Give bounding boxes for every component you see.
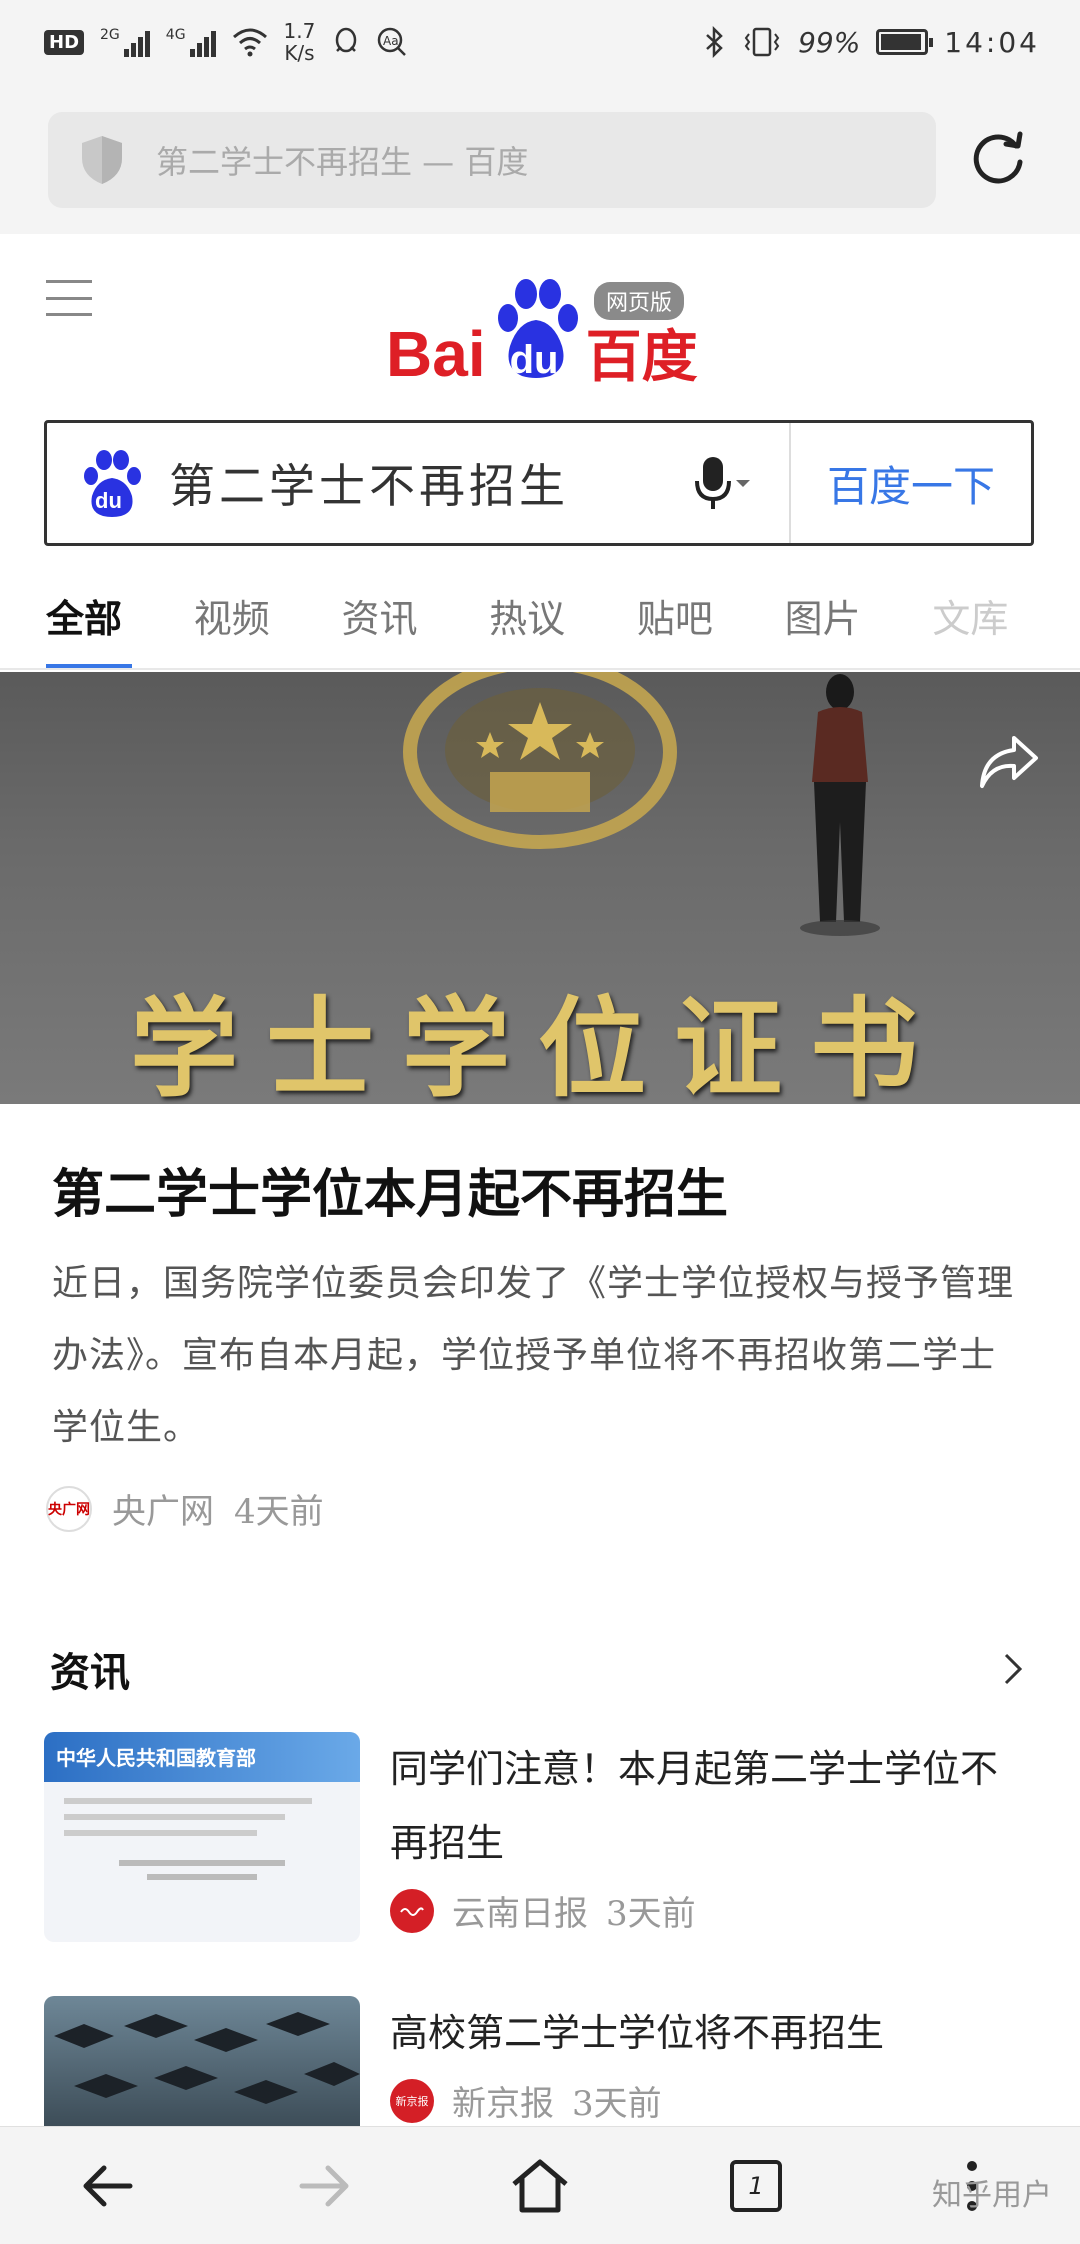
news-source: 云南日报 — [452, 1894, 588, 1934]
logo-du: du — [509, 338, 559, 382]
wifi-icon — [232, 28, 267, 57]
beijing-news-logo: 新京报 — [390, 2078, 434, 2123]
forward-button[interactable] — [279, 2141, 369, 2231]
bluetooth-icon — [706, 26, 723, 58]
tab-all[interactable]: 全部 — [46, 574, 194, 668]
news-meta: 新京报 新京报 3天前 — [390, 2076, 1034, 2125]
reload-icon[interactable] — [968, 128, 1028, 188]
chevron-right-icon — [1004, 1653, 1023, 1685]
baidu-paw-icon: du — [84, 450, 141, 517]
news-section-title: 资讯 — [50, 1649, 130, 1696]
vibrate-icon — [744, 27, 780, 57]
hd-badge: HD — [44, 29, 85, 55]
home-icon — [512, 2159, 568, 2212]
qq-icon — [336, 27, 357, 53]
browser-toolbar: 第二学士不再招生 — 百度 — [0, 84, 1080, 234]
signal-2g-icon: 2G — [100, 27, 150, 57]
svg-text:du: du — [95, 488, 122, 513]
tabs-button[interactable]: 1 — [711, 2141, 801, 2231]
address-text: 第二学士不再招生 — 百度 — [156, 143, 529, 181]
tab-wenku[interactable]: 文库 — [932, 574, 1080, 668]
arrow-left-icon — [83, 2165, 133, 2206]
article-title[interactable]: 第二学士学位本月起不再招生 — [52, 1152, 1032, 1227]
article-source: 央广网 央广网 4天前 — [46, 1484, 324, 1533]
tab-tieba[interactable]: 贴吧 — [637, 574, 785, 668]
search-button[interactable]: 百度一下 — [791, 453, 1031, 514]
address-bar[interactable]: 第二学士不再招生 — 百度 — [48, 112, 936, 208]
search-input[interactable]: 第二学士不再招生 — [169, 450, 693, 516]
tab-count: 1 — [730, 2159, 782, 2212]
tab-video[interactable]: 视频 — [194, 574, 342, 668]
share-icon[interactable] — [974, 728, 1044, 798]
graduation-caps-graphic — [54, 2012, 360, 2104]
logo-bai: Bai — [386, 318, 486, 390]
home-button[interactable] — [495, 2141, 585, 2231]
menu-icon[interactable] — [46, 280, 92, 316]
clock: 14:04 — [944, 25, 1040, 59]
source-time: 4天前 — [234, 1492, 324, 1532]
logo-hanzi: 百度 — [585, 325, 698, 390]
tab-discussion[interactable]: 热议 — [489, 574, 637, 668]
news-item[interactable]: 中华人民共和国教育部 同学们注意！本月起第二学士学位不再招生 云南日报 3天前 — [44, 1732, 1034, 1942]
thumbnail-document — [44, 1782, 360, 1896]
news-headline: 高校第二学士学位将不再招生 — [390, 2011, 885, 2055]
signal-4g-icon: 4G — [166, 27, 216, 57]
tab-news[interactable]: 资讯 — [341, 574, 489, 668]
tab-images[interactable]: 图片 — [785, 574, 933, 668]
search-tabs: 全部 视频 资讯 热议 贴吧 图片 文库 — [0, 574, 1080, 670]
font-size-icon: Aa — [378, 27, 407, 56]
news-body: 同学们注意！本月起第二学士学位不再招生 云南日报 3天前 — [390, 1732, 1034, 1942]
battery-percent: 99% — [798, 25, 861, 59]
search-box: du 第二学士不再招生 百度一下 — [44, 420, 1034, 546]
news-item[interactable]: 高校第二学士学位将不再招生 新京报 新京报 3天前 — [44, 1996, 1034, 2126]
network-speed: 1.7 K/s — [284, 20, 316, 64]
status-right: 99% 14:04 — [704, 26, 1040, 59]
news-time: 3天前 — [572, 2084, 662, 2124]
net2-label: 4G — [165, 27, 186, 43]
microphone-icon — [695, 457, 731, 509]
back-button[interactable] — [63, 2141, 153, 2231]
thumbnail-header: 中华人民共和国教育部 — [44, 1732, 360, 1782]
speed-unit: K/s — [284, 41, 315, 65]
source-name: 央广网 — [112, 1492, 214, 1532]
shield-icon — [82, 136, 122, 184]
thumbnail-header-text: 中华人民共和国教育部 — [56, 1746, 256, 1770]
news-meta: 云南日报 3天前 — [390, 1886, 1034, 1935]
article-summary: 近日，国务院学位委员会印发了《学士学位授权与授予管理办法》。宣布自本月起，学位授… — [52, 1263, 1015, 1448]
speed-value: 1.7 — [283, 19, 316, 43]
voice-search[interactable] — [693, 448, 763, 518]
hero-image-text: 学士学位证书 — [130, 986, 947, 1104]
battery-icon — [876, 29, 934, 55]
news-section-header[interactable]: 资讯 — [50, 1640, 1030, 1698]
status-bar: HD 2G 4G 1.7 K/s Aa 99% 14:04 — [0, 0, 1080, 84]
paw-icon: du — [488, 276, 584, 386]
hero-image[interactable]: 学士学位证书 — [0, 672, 1080, 1104]
news-headline: 同学们注意！本月起第二学士学位不再招生 — [390, 1747, 999, 1865]
news-thumbnail — [44, 1996, 360, 2126]
bottom-navigation: 1 — [0, 2126, 1080, 2244]
news-time: 3天前 — [606, 1894, 696, 1934]
news-thumbnail: 中华人民共和国教育部 — [44, 1732, 360, 1942]
yunnan-daily-logo — [390, 1888, 434, 1933]
svg-text:Aa: Aa — [383, 34, 399, 48]
cnr-logo: 央广网 — [46, 1485, 92, 1532]
status-left: HD 2G 4G 1.7 K/s Aa — [44, 20, 407, 64]
web-version-badge: 网页版 — [594, 282, 685, 320]
arrow-right-icon — [299, 2165, 349, 2206]
baidu-header: Bai du 百度 网页版 — [0, 234, 1080, 414]
chevron-down-icon — [736, 480, 750, 487]
news-body: 高校第二学士学位将不再招生 新京报 新京报 3天前 — [390, 1996, 1034, 2126]
news-source: 新京报 — [452, 2084, 554, 2124]
net1-label: 2G — [100, 27, 120, 43]
watermark: 知乎用户 — [932, 2178, 1052, 2213]
